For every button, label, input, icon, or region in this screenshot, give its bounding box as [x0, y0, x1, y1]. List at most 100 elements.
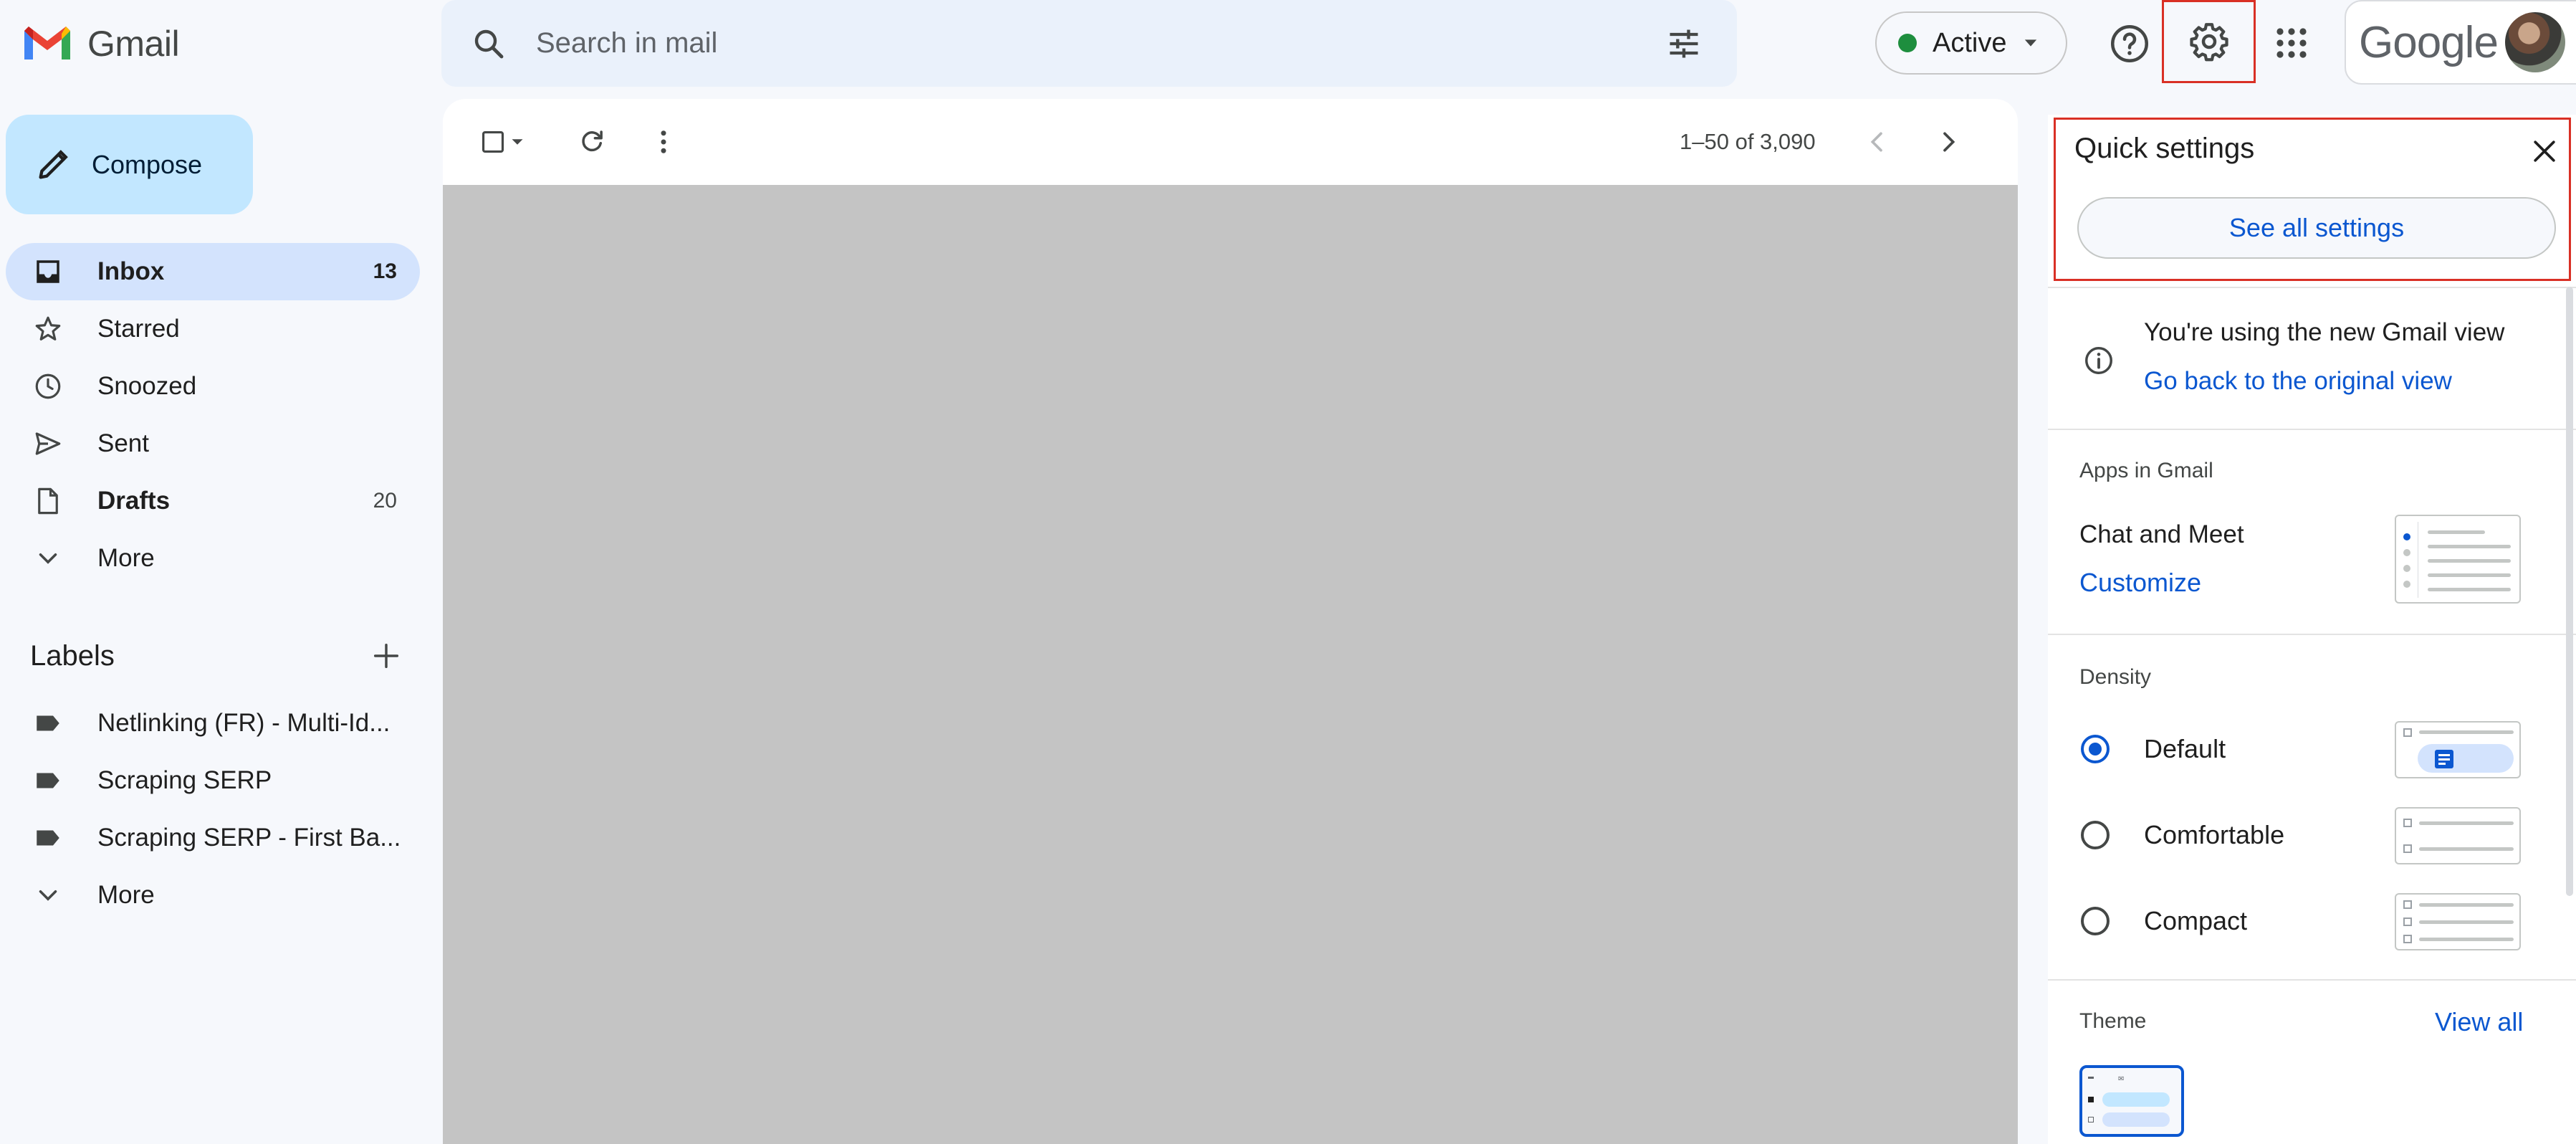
divider [2048, 979, 2576, 981]
label-name: Scraping SERP [97, 766, 272, 794]
sidebar-label-netlinking[interactable]: Netlinking (FR) - Multi-Id... [6, 695, 420, 752]
status-label: Active [1933, 27, 2007, 58]
gmail-m-icon [24, 27, 70, 59]
sidebar-item-more[interactable]: More [6, 530, 420, 587]
quick-settings-panel: Quick settings See all settings You're u… [2048, 115, 2576, 1144]
unread-count: 13 [373, 259, 397, 283]
status-dot [1898, 34, 1917, 52]
sidebar-item-label: Drafts [97, 487, 171, 515]
sidebar-label-scraping-serp[interactable]: Scraping SERP [6, 752, 420, 809]
status-dropdown[interactable]: Active [1875, 11, 2067, 75]
compose-button[interactable]: Compose [6, 115, 253, 214]
sidebar-item-starred[interactable]: Starred [6, 300, 420, 358]
message-list-area [443, 185, 2018, 1144]
density-default-preview [2395, 721, 2521, 778]
pencil-icon [34, 146, 72, 183]
see-all-settings-button[interactable]: See all settings [2077, 197, 2556, 259]
chevron-down-icon [33, 880, 76, 910]
draft-file-icon [33, 486, 76, 516]
search-bar[interactable] [441, 0, 1737, 87]
chevron-down-icon [33, 543, 76, 573]
sidebar-item-drafts[interactable]: Drafts 20 [6, 472, 420, 530]
density-option-label: Comfortable [2144, 820, 2285, 849]
search-icon[interactable] [471, 27, 506, 61]
density-option-label: Default [2144, 734, 2226, 763]
gmail-logo[interactable]: Gmail [21, 19, 208, 69]
newer-page-button[interactable] [1857, 122, 1897, 162]
chat-meet-preview [2395, 515, 2521, 604]
density-comfortable-radio[interactable] [2081, 821, 2110, 849]
label-tag-icon [33, 823, 76, 853]
inbox-icon [33, 257, 76, 287]
older-page-button[interactable] [1928, 122, 1968, 162]
quick-settings-header: Quick settings See all settings [2054, 118, 2571, 281]
label-tag-icon [33, 766, 76, 796]
caret-down-icon [2021, 33, 2041, 53]
sidebar-item-label: Starred [97, 315, 180, 343]
sidebar-item-sent[interactable]: Sent [6, 415, 420, 472]
avatar[interactable] [2504, 12, 2565, 72]
density-section-heading: Density [2079, 665, 2152, 689]
sidebar-item-label: Inbox [97, 257, 165, 285]
help-button[interactable] [2102, 16, 2158, 72]
mail-toolbar: 1–50 of 3,090 [443, 99, 2018, 185]
select-all-checkbox[interactable] [471, 123, 536, 161]
caret-down-icon [512, 139, 523, 145]
quick-settings-title: Quick settings [2074, 133, 2255, 164]
send-icon [33, 429, 76, 459]
density-default-radio[interactable] [2081, 735, 2110, 763]
density-compact-preview [2395, 893, 2521, 950]
apps-grid-icon [2276, 28, 2307, 58]
divider [2048, 287, 2576, 288]
view-notice: You're using the new Gmail view [2144, 318, 2505, 346]
sidebar-label-scraping-serp-first[interactable]: Scraping SERP - First Ba... [6, 809, 420, 867]
sidebar-item-label: More [97, 544, 155, 572]
account-switcher[interactable]: Google [2345, 0, 2576, 85]
add-label-icon[interactable] [370, 639, 403, 672]
sidebar-item-inbox[interactable]: Inbox 13 [6, 243, 420, 300]
original-view-link[interactable]: Go back to the original view [2144, 367, 2452, 396]
refresh-icon [582, 130, 603, 152]
quick-settings-scrollbar[interactable] [2566, 287, 2573, 896]
sidebar-item-label: Snoozed [97, 372, 197, 400]
customize-link[interactable]: Customize [2079, 568, 2201, 598]
label-tag-icon [33, 708, 76, 738]
divider [2048, 634, 2576, 635]
density-comfortable-preview [2395, 807, 2521, 864]
search-input[interactable] [535, 27, 1665, 60]
close-icon[interactable] [2529, 135, 2560, 167]
view-all-themes-link[interactable]: View all [2435, 1007, 2523, 1037]
theme-section-heading: Theme [2079, 1009, 2147, 1033]
sidebar-item-label: Sent [97, 429, 149, 457]
search-options-icon[interactable] [1665, 25, 1703, 62]
sidebar-item-label: More [97, 881, 155, 909]
divider [2048, 429, 2576, 430]
google-wordmark: Google [2359, 17, 2499, 67]
help-icon [2111, 25, 2148, 62]
gear-icon [2189, 23, 2228, 62]
star-icon [33, 314, 76, 344]
app-name: Gmail [87, 24, 180, 64]
item-count: 20 [373, 489, 397, 513]
more-vert-icon [661, 130, 666, 153]
clock-icon [33, 371, 76, 401]
labels-header: Labels [30, 631, 403, 681]
refresh-button[interactable] [572, 122, 612, 162]
label-name: Scraping SERP - First Ba... [97, 824, 401, 852]
chevron-left-icon [1870, 132, 1882, 152]
chevron-right-icon [1943, 132, 1955, 152]
sidebar-labels-more[interactable]: More [6, 867, 420, 924]
density-compact-radio[interactable] [2081, 907, 2110, 935]
pagination-text: 1–50 of 3,090 [1680, 129, 1816, 154]
checkbox-icon [482, 130, 504, 153]
more-actions-button[interactable] [643, 122, 684, 162]
compose-label: Compose [92, 149, 203, 179]
apps-button[interactable] [2263, 14, 2320, 72]
label-name: Netlinking (FR) - Multi-Id... [97, 709, 391, 737]
theme-default-thumbnail[interactable]: ✉ [2079, 1065, 2184, 1137]
info-icon [2082, 344, 2115, 377]
chat-meet-label: Chat and Meet [2079, 520, 2244, 548]
apps-section-heading: Apps in Gmail [2079, 459, 2213, 482]
settings-button[interactable] [2162, 0, 2256, 83]
sidebar-item-snoozed[interactable]: Snoozed [6, 358, 420, 415]
